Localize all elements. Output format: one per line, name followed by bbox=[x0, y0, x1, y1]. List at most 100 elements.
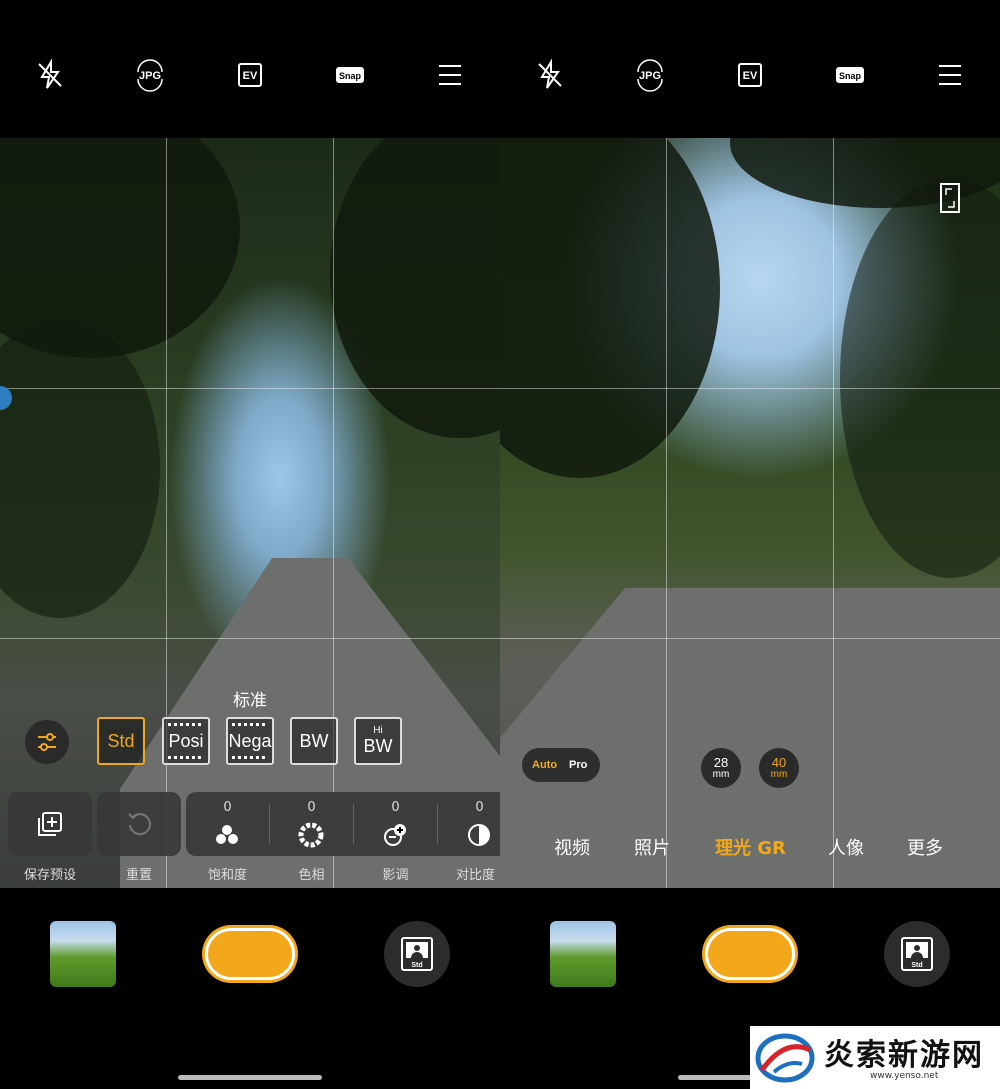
watermark-text: 炎索新游网 bbox=[824, 1038, 984, 1073]
saturation-control[interactable]: 0 bbox=[186, 792, 269, 856]
ev-icon[interactable]: EV bbox=[725, 48, 775, 102]
reset-icon bbox=[128, 813, 151, 836]
snap-label: Snap bbox=[339, 71, 362, 81]
gallery-thumbnail[interactable] bbox=[550, 921, 616, 987]
saturation-label: 饱和度 bbox=[207, 868, 247, 883]
filter-label: BW bbox=[363, 735, 393, 756]
portrait-frame-icon: Std bbox=[901, 937, 933, 971]
right-camera-screen: JPG EV Snap Auto Pro 28 mm 40 mm 视频 照片 理… bbox=[500, 0, 1000, 1089]
grid-line bbox=[500, 638, 1000, 639]
tone-label: 影调 bbox=[382, 868, 409, 883]
mode-portrait[interactable]: 人像 bbox=[828, 834, 864, 860]
focal-28mm-button[interactable]: 28 mm bbox=[701, 748, 741, 788]
adjust-sliders-button[interactable] bbox=[25, 720, 69, 764]
focal-value: 28 bbox=[713, 755, 729, 770]
filter-std[interactable]: Std bbox=[97, 717, 145, 765]
save-preset-button[interactable] bbox=[8, 792, 92, 856]
tone-control[interactable]: 0 bbox=[354, 792, 437, 856]
auto-pro-toggle[interactable]: Auto Pro bbox=[522, 748, 600, 782]
reset-label: 重置 bbox=[125, 868, 152, 883]
save-preset-label: 保存预设 bbox=[23, 868, 76, 883]
contrast-icon bbox=[468, 824, 490, 846]
film-perforation bbox=[232, 723, 268, 726]
menu-icon[interactable] bbox=[425, 48, 475, 102]
filter-label: Nega bbox=[228, 730, 272, 751]
sliders-icon bbox=[38, 733, 56, 751]
reset-button[interactable] bbox=[97, 792, 181, 856]
filter-bw[interactable]: BW bbox=[290, 717, 338, 765]
home-indicator[interactable] bbox=[178, 1075, 322, 1080]
tree-canopy bbox=[330, 138, 500, 438]
shutter-button[interactable] bbox=[705, 928, 795, 980]
camera-viewfinder[interactable] bbox=[0, 138, 500, 888]
snap-icon[interactable]: Snap bbox=[825, 48, 875, 102]
grid-line bbox=[666, 138, 667, 888]
shutter-button[interactable] bbox=[205, 928, 295, 980]
grid-line bbox=[833, 138, 834, 888]
ev-label: EV bbox=[743, 70, 758, 82]
ev-label: EV bbox=[243, 70, 258, 82]
grid-line bbox=[0, 638, 500, 639]
jpg-format-icon[interactable]: JPG bbox=[125, 48, 175, 102]
ev-icon[interactable]: EV bbox=[225, 48, 275, 102]
left-camera-screen: JPG EV Snap 标准 Std Posi Nega BW Hi BW 保存… bbox=[0, 0, 500, 1089]
mode-more[interactable]: 更多 bbox=[907, 834, 943, 860]
tone-value: 0 bbox=[391, 800, 400, 815]
film-perforation bbox=[168, 756, 204, 759]
grid-line bbox=[500, 388, 1000, 389]
flash-off-icon[interactable] bbox=[525, 48, 575, 102]
mode-selector: 视频 照片 理光 GR 人像 更多 bbox=[500, 834, 1000, 862]
hue-icon bbox=[298, 822, 324, 848]
mode-video[interactable]: 视频 bbox=[554, 834, 590, 860]
film-perforation bbox=[232, 756, 268, 759]
auto-option[interactable]: Auto bbox=[532, 759, 557, 771]
saturation-value: 0 bbox=[223, 800, 232, 815]
filter-label: Std bbox=[107, 730, 135, 751]
flash-off-icon[interactable] bbox=[25, 48, 75, 102]
filter-sublabel: Hi bbox=[373, 724, 383, 736]
gallery-thumbnail[interactable] bbox=[50, 921, 116, 987]
top-toolbar: JPG EV Snap bbox=[500, 48, 1000, 102]
snap-label: Snap bbox=[839, 71, 862, 81]
tree-canopy bbox=[840, 178, 1000, 578]
saturation-icon bbox=[216, 825, 238, 844]
tree-canopy bbox=[0, 318, 160, 618]
film-perforation bbox=[168, 723, 204, 726]
hue-label: 色相 bbox=[298, 868, 325, 883]
contrast-control[interactable]: 0 bbox=[438, 792, 500, 856]
grid-line bbox=[333, 138, 334, 888]
filter-label: Posi bbox=[168, 730, 204, 751]
grid-line bbox=[0, 388, 500, 389]
film-mode-button[interactable]: Std bbox=[884, 921, 950, 987]
hue-value: 0 bbox=[307, 800, 316, 815]
tree-canopy bbox=[500, 138, 720, 478]
film-mode-button[interactable]: Std bbox=[384, 921, 450, 987]
mode-button-label: Std bbox=[911, 962, 922, 969]
filter-nega[interactable]: Nega bbox=[226, 717, 274, 765]
filter-posi[interactable]: Posi bbox=[162, 717, 210, 765]
aspect-ratio-icon[interactable] bbox=[940, 183, 960, 217]
filter-label: BW bbox=[299, 730, 329, 751]
menu-icon[interactable] bbox=[925, 48, 975, 102]
mode-ricoh-gr[interactable]: 理光 GR bbox=[715, 834, 786, 860]
adjustment-sliders: 0 0 0 0 bbox=[186, 792, 500, 856]
bottom-controls: Std bbox=[0, 888, 500, 1089]
site-logo-icon bbox=[755, 1033, 815, 1083]
snap-icon[interactable]: Snap bbox=[325, 48, 375, 102]
top-toolbar: JPG EV Snap bbox=[0, 48, 500, 102]
hue-control[interactable]: 0 bbox=[270, 792, 353, 856]
contrast-label: 对比度 bbox=[456, 868, 496, 883]
mode-button-label: Std bbox=[411, 962, 422, 969]
site-watermark: 炎索新游网 www.yenso.net bbox=[750, 1026, 1000, 1089]
jpg-label: JPG bbox=[139, 70, 161, 82]
portrait-frame-icon: Std bbox=[401, 937, 433, 971]
contrast-value: 0 bbox=[475, 800, 484, 815]
mode-photo[interactable]: 照片 bbox=[634, 834, 670, 860]
tone-icon bbox=[384, 824, 406, 846]
grid-line bbox=[166, 138, 167, 888]
focal-40mm-button[interactable]: 40 mm bbox=[759, 748, 799, 788]
filter-hi-bw[interactable]: Hi BW bbox=[354, 717, 402, 765]
jpg-label: JPG bbox=[639, 70, 661, 82]
pro-option[interactable]: Pro bbox=[569, 759, 587, 771]
jpg-format-icon[interactable]: JPG bbox=[625, 48, 675, 102]
